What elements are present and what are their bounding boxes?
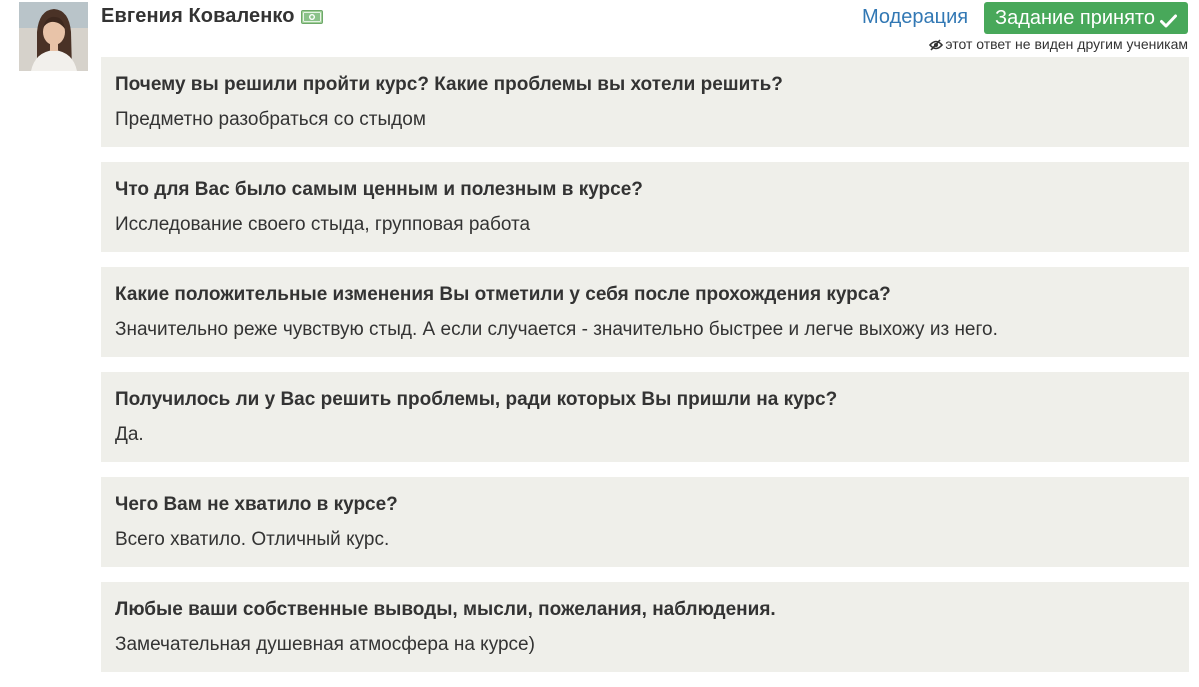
money-icon bbox=[300, 9, 323, 25]
author-header: Евгения Коваленко bbox=[101, 4, 323, 28]
author-name[interactable]: Евгения Коваленко bbox=[101, 5, 295, 28]
answer-text: Значительно реже чувствую стыд. А если с… bbox=[115, 319, 998, 340]
question-text: Какие положительные изменения Вы отметил… bbox=[115, 284, 891, 305]
moderation-link[interactable]: Модерация bbox=[862, 6, 968, 29]
qa-item: Какие положительные изменения Вы отметил… bbox=[101, 267, 1189, 357]
task-accepted-label: Задание принято bbox=[995, 6, 1155, 29]
private-note-text: этот ответ не виден другим ученикам bbox=[945, 36, 1188, 52]
eye-off-icon bbox=[929, 38, 944, 51]
task-accepted-button[interactable]: Задание принято bbox=[984, 2, 1188, 34]
question-text: Получилось ли у Вас решить проблемы, рад… bbox=[115, 389, 838, 410]
answer-text: Замечательная душевная атмосфера на курс… bbox=[115, 634, 535, 655]
qa-item: Чего Вам не хватило в курсе? Всего хвати… bbox=[101, 477, 1189, 567]
avatar[interactable] bbox=[19, 2, 88, 71]
answer-text: Предметно разобраться со стыдом bbox=[115, 109, 426, 130]
qa-item: Что для Вас было самым ценным и полезным… bbox=[101, 162, 1189, 252]
question-text: Что для Вас было самым ценным и полезным… bbox=[115, 179, 643, 200]
qa-item: Любые ваши собственные выводы, мысли, по… bbox=[101, 582, 1189, 672]
answer-text: Да. bbox=[115, 424, 144, 445]
answer-text: Исследование своего стыда, групповая раб… bbox=[115, 214, 531, 235]
check-icon bbox=[1159, 11, 1177, 28]
question-text: Любые ваши собственные выводы, мысли, по… bbox=[115, 599, 776, 620]
private-answer-note: этот ответ не виден другим ученикам bbox=[929, 36, 1188, 52]
question-text: Чего Вам не хватило в курсе? bbox=[115, 494, 398, 515]
answer-text: Всего хватило. Отличный курс. bbox=[115, 529, 390, 550]
qa-item: Почему вы решили пройти курс? Какие проб… bbox=[101, 57, 1189, 147]
question-text: Почему вы решили пройти курс? Какие проб… bbox=[115, 74, 783, 95]
qa-item: Получилось ли у Вас решить проблемы, рад… bbox=[101, 372, 1189, 462]
user-photo-icon bbox=[19, 2, 88, 71]
answers-list: Почему вы решили пройти курс? Какие проб… bbox=[101, 57, 1189, 687]
